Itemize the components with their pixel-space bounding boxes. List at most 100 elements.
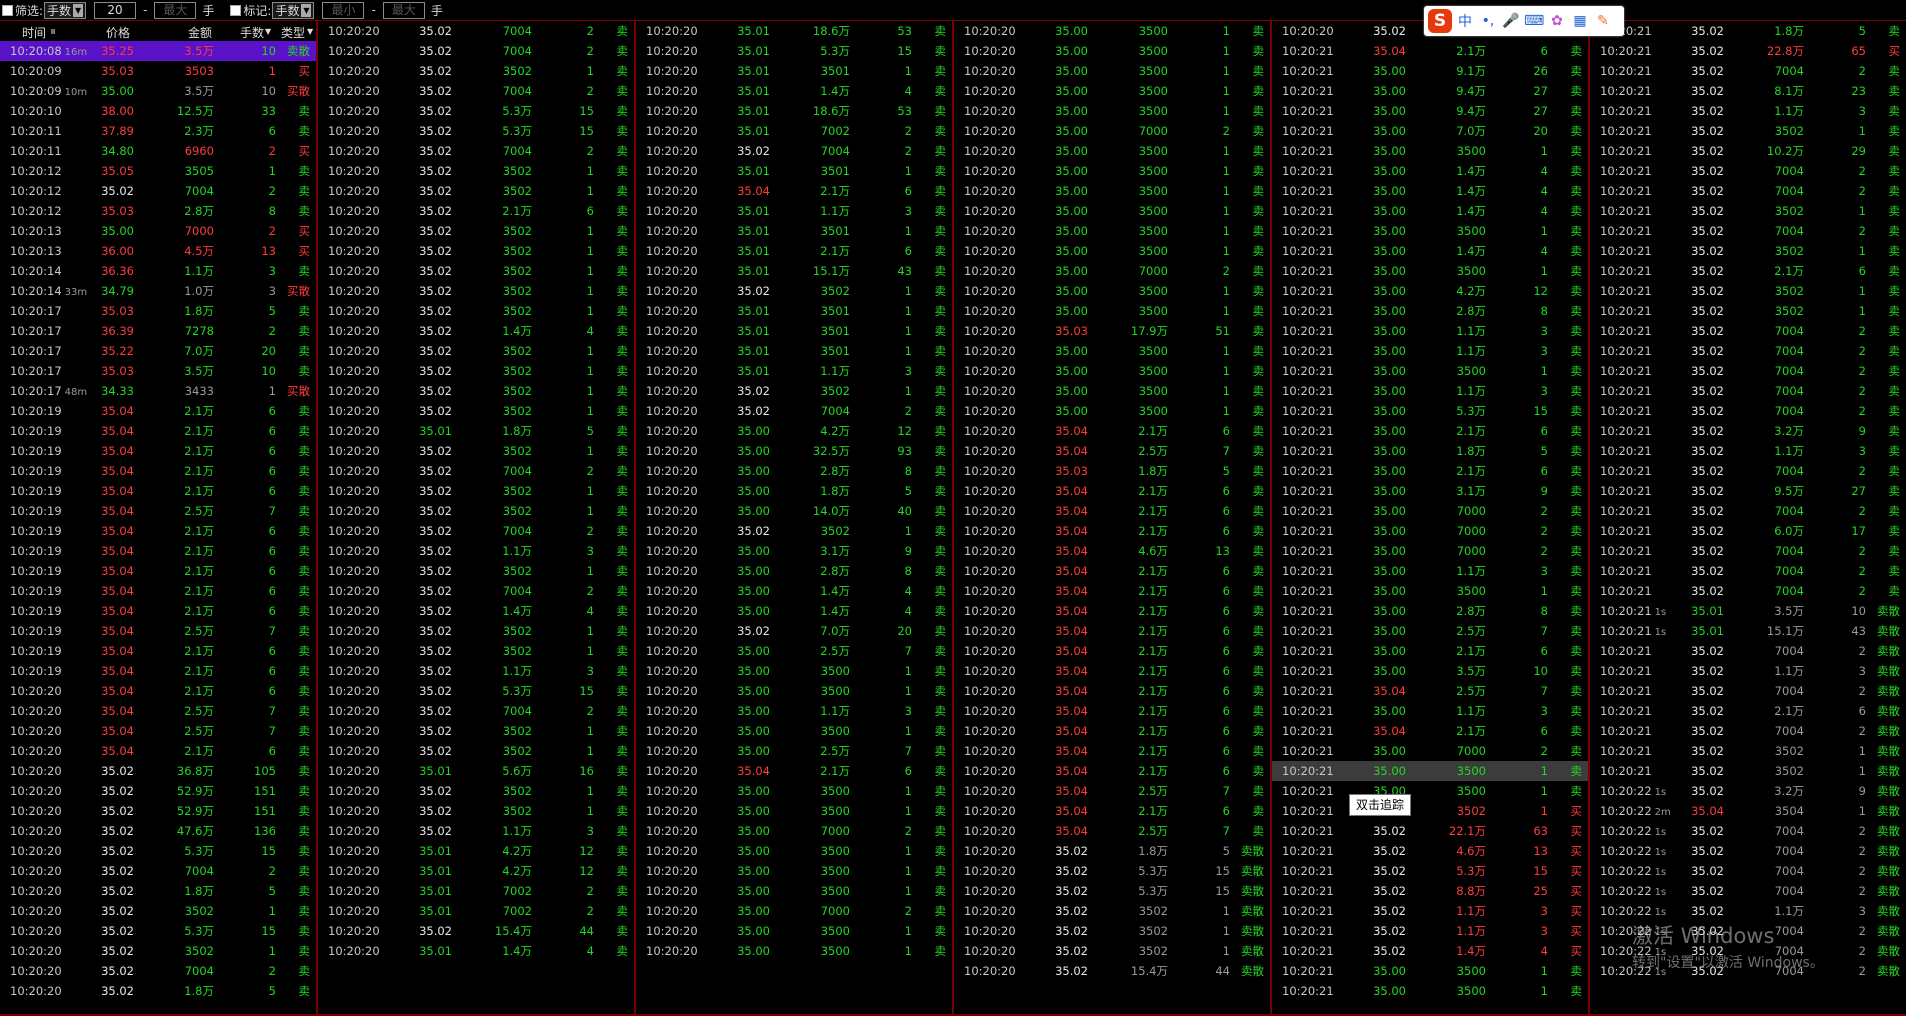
tick-row[interactable]: 10:20:21 35.00 3500 1 卖 (1272, 781, 1588, 801)
tick-row[interactable]: 10:20:19 35.04 2.1万 6 卖 (0, 481, 316, 501)
tick-row[interactable]: 10:20:21 35.02 22.8万 65 买 (1590, 41, 1906, 61)
tick-row[interactable]: 10:20:20 35.00 7000 2 卖 (636, 821, 952, 841)
tick-row[interactable]: 10:20:20 35.01 1.1万 3 卖 (636, 201, 952, 221)
tick-row[interactable]: 10:20:21 1s 35.01 15.1万 43 卖散 (1590, 621, 1906, 641)
tick-row[interactable]: 10:20:20 35.01 1.1万 3 卖 (636, 361, 952, 381)
tick-row[interactable]: 10:20:21 35.02 1.4万 4 买 (1272, 941, 1588, 961)
tick-row[interactable]: 10:20:20 35.02 7.0万 20 卖 (636, 621, 952, 641)
ime-punct-toggle[interactable]: •, (1478, 13, 1498, 29)
tick-row[interactable]: 10:20:20 35.02 3502 1 卖 (318, 301, 634, 321)
tick-row[interactable]: 10:20:20 35.02 1.8万 5 卖 (0, 981, 316, 1001)
tick-row[interactable]: 10:20:21 35.02 1.8万 5 卖 (1590, 21, 1906, 41)
tick-row[interactable]: 10:20:20 35.02 3502 1 卖 (636, 381, 952, 401)
tick-row[interactable]: 10:20:20 35.02 3502 1 卖 (318, 181, 634, 201)
tick-row[interactable]: 10:20:20 35.00 3500 1 卖 (954, 161, 1270, 181)
tick-row[interactable]: 10:20:21 35.02 7004 2 卖 (1590, 501, 1906, 521)
tick-row[interactable]: 10:20:20 35.02 36.8万 105 卖 (0, 761, 316, 781)
tick-row[interactable]: 10:20:20 35.04 2.1万 6 卖 (954, 601, 1270, 621)
tick-row[interactable]: 10:20:21 35.02 3.2万 9 卖 (1590, 421, 1906, 441)
tick-row[interactable]: 10:20:20 35.00 2.5万 7 卖 (636, 641, 952, 661)
tick-panel-3[interactable]: 10:20:20 35.01 18.6万 53 卖 10:20:20 35.01 5.3万 15… (636, 21, 954, 1016)
tick-row[interactable]: 10:20:20 35.01 4.2万 12 卖 (318, 861, 634, 881)
tick-row[interactable]: 10:20:10 38.00 12.5万 33 卖 (0, 101, 316, 121)
tick-row[interactable]: 10:20:20 35.00 3500 1 卖 (636, 881, 952, 901)
tick-row[interactable]: 10:20:20 35.00 3500 1 卖 (954, 101, 1270, 121)
tick-row[interactable]: 10:20:17 36.39 7278 2 卖 (0, 321, 316, 341)
tick-row[interactable]: 10:20:20 35.04 2.1万 6 卖 (954, 661, 1270, 681)
tick-row[interactable]: 10:20:19 35.04 2.5万 7 卖 (0, 501, 316, 521)
tick-row[interactable]: 10:20:20 35.02 5.3万 15 卖 (318, 681, 634, 701)
tick-row[interactable]: 10:20:20 35.02 7004 2 卖 (318, 461, 634, 481)
tick-row[interactable]: 10:20:20 35.00 3.1万 9 卖 (636, 541, 952, 561)
mark-checkbox[interactable] (230, 4, 242, 16)
tick-row[interactable]: 10:20:20 35.00 3500 1 卖 (636, 941, 952, 961)
tick-row[interactable]: 10:20:21 35.00 2.8万 8 卖 (1272, 301, 1588, 321)
tick-row[interactable]: 10:20:20 35.02 7004 2 卖 (636, 141, 952, 161)
tick-row[interactable]: 10:20:21 35.02 7004 2 卖 (1590, 161, 1906, 181)
tick-row[interactable]: 10:20:21 35.02 2.1万 6 卖散 (1590, 701, 1906, 721)
tick-row[interactable]: 10:20:20 35.01 18.6万 53 卖 (636, 101, 952, 121)
tick-row[interactable]: 10:20:20 35.00 7000 2 卖 (636, 901, 952, 921)
tick-row[interactable]: 10:20:20 35.02 5.3万 15 卖 (318, 101, 634, 121)
tick-row[interactable]: 10:20:21 35.00 3500 1 卖 (1272, 221, 1588, 241)
tick-row[interactable]: 10:20:21 35.02 7004 2 卖 (1590, 61, 1906, 81)
tick-row[interactable]: 10:20:20 35.00 2.8万 8 卖 (636, 461, 952, 481)
tick-row[interactable]: 10:20:20 35.04 2.1万 6 卖 (954, 741, 1270, 761)
tick-row[interactable]: 10:20:11 37.89 2.3万 6 卖 (0, 121, 316, 141)
tick-panel-1[interactable]: 时间 ⏸ 价格 金额 手数 ▼ 类型 ▼ 10:20:08 16m 35.25 3.5… (0, 21, 318, 1016)
tick-row[interactable]: 10:20:19 35.04 2.1万 6 卖 (0, 441, 316, 461)
filter-max-input[interactable]: 最大 (154, 1, 197, 19)
tick-row[interactable]: 10:20:20 35.04 2.1万 6 卖 (954, 521, 1270, 541)
tick-row[interactable]: 10:20:20 35.02 7004 2 卖 (318, 41, 634, 61)
tick-row[interactable]: 10:20:21 35.00 3500 1 卖 (1272, 981, 1588, 1001)
tick-row[interactable]: 10:20:21 35.00 3500 1 卖 (1272, 361, 1588, 381)
tick-row[interactable]: 10:20:19 35.04 2.1万 6 卖 (0, 641, 316, 661)
tick-row[interactable]: 10:20:20 35.04 2.1万 6 卖 (954, 801, 1270, 821)
tick-row[interactable]: 10:20:20 35.00 1.8万 5 卖 (636, 481, 952, 501)
tick-row[interactable]: 10:20:20 35.04 2.1万 6 卖 (954, 641, 1270, 661)
tick-row[interactable]: 10:20:19 35.04 2.1万 6 卖 (0, 461, 316, 481)
tick-row[interactable]: 10:20:21 35.00 7.0万 20 卖 (1272, 121, 1588, 141)
tick-row[interactable]: 10:20:21 35.02 7004 2 卖 (1590, 401, 1906, 421)
tick-row[interactable]: 10:20:20 35.01 4.2万 12 卖 (318, 841, 634, 861)
skin-icon[interactable]: ✿ (1547, 13, 1567, 29)
tick-row[interactable]: 10:20:22 1s 35.02 1.1万 3 卖散 (1590, 901, 1906, 921)
tick-row[interactable]: 10:20:20 35.04 2.1万 6 卖 (0, 741, 316, 761)
tick-row[interactable]: 10:20:20 35.02 3502 1 卖散 (954, 901, 1270, 921)
tick-row[interactable]: 10:20:20 35.00 3500 1 卖 (954, 201, 1270, 221)
tick-row[interactable]: 10:20:20 35.04 2.1万 6 卖 (954, 681, 1270, 701)
tick-row[interactable]: 10:20:22 1s 35.02 7004 2 卖散 (1590, 861, 1906, 881)
tick-row[interactable]: 10:20:20 35.02 3502 1 卖散 (954, 921, 1270, 941)
tick-row[interactable]: 10:20:21 35.02 6.0万 17 卖 (1590, 521, 1906, 541)
tick-row[interactable]: 10:20:20 35.02 1.8万 5 卖 (0, 881, 316, 901)
tick-row[interactable]: 10:20:21 35.00 7000 2 卖 (1272, 541, 1588, 561)
tick-row[interactable]: 10:20:20 35.02 3502 1 卖 (318, 361, 634, 381)
tick-row[interactable]: 10:20:19 35.04 2.1万 6 卖 (0, 661, 316, 681)
tick-row[interactable]: 10:20:20 35.00 3500 1 卖 (954, 81, 1270, 101)
tick-row[interactable]: 10:20:20 35.02 7004 2 卖 (318, 581, 634, 601)
tick-panel-5[interactable]: 10:20:2035.02卖10:20:2135.042.1万6卖10:20:2… (1272, 21, 1590, 1016)
tick-row[interactable]: 10:20:20 35.02 52.9万 151 卖 (0, 801, 316, 821)
tick-row[interactable]: 10:20:20 35.02 3502 1 卖 (318, 381, 634, 401)
keyboard-icon[interactable]: ⌨ (1524, 13, 1544, 29)
tick-row[interactable]: 10:20:20 35.03 1.8万 5 卖 (954, 461, 1270, 481)
tick-row[interactable]: 10:20:20 35.02 5.3万 15 卖 (0, 841, 316, 861)
tick-row[interactable]: 10:20:21 35.02 7004 2 卖散 (1590, 641, 1906, 661)
tick-row[interactable]: 10:20:21 35.02 7004 2 卖 (1590, 181, 1906, 201)
tick-row[interactable]: 10:20:20 35.02 3502 1 卖 (318, 281, 634, 301)
tick-row[interactable]: 10:20:09 35.03 3503 1 买 (0, 61, 316, 81)
tick-row[interactable]: 10:20:21 35.00 7000 2 卖 (1272, 741, 1588, 761)
mark-max-input[interactable]: 最大 (382, 1, 425, 19)
tick-row[interactable]: 10:20:17 35.03 1.8万 5 卖 (0, 301, 316, 321)
tick-row[interactable]: 10:20:13 35.00 7000 2 买 (0, 221, 316, 241)
tick-row[interactable]: 10:20:20 35.04 2.1万 6 卖 (954, 561, 1270, 581)
tick-row[interactable]: 10:20:20 35.02 3502 1 卖 (318, 781, 634, 801)
tick-row[interactable]: 10:20:21 35.02 3502 1 卖 (1590, 201, 1906, 221)
tick-row[interactable]: 10:20:20 35.01 3501 1 卖 (636, 221, 952, 241)
tick-row[interactable]: 10:20:21 35.00 9.4万 27 卖 (1272, 101, 1588, 121)
tick-row[interactable]: 10:20:20 35.04 2.1万 6 卖 (636, 181, 952, 201)
tick-row[interactable]: 10:20:21 35.00 1.1万 3 卖 (1272, 701, 1588, 721)
tick-row[interactable]: 10:20:20 35.02 7004 2 卖 (318, 21, 634, 41)
tick-row[interactable]: 10:20:21 35.00 3.1万 9 卖 (1272, 481, 1588, 501)
tick-row[interactable]: 10:20:20 35.01 5.3万 15 卖 (636, 41, 952, 61)
